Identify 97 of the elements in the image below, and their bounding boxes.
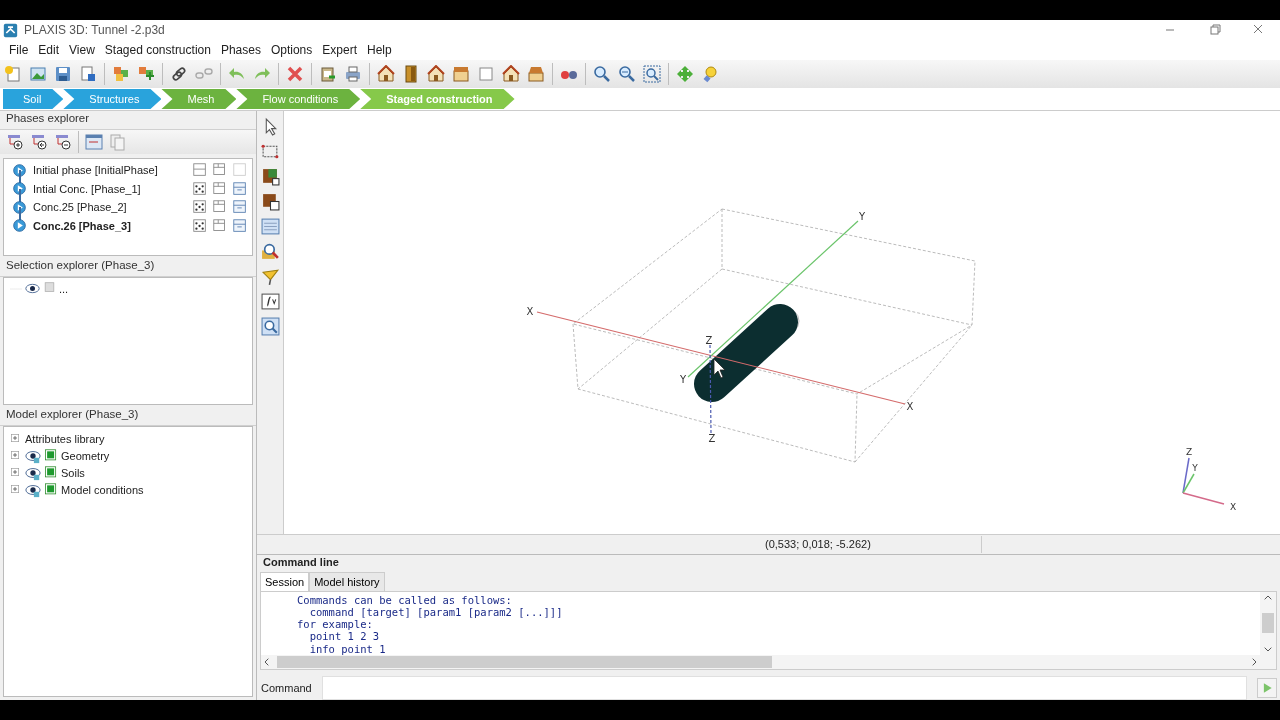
tree-item-label[interactable]: Geometry — [61, 449, 110, 462]
log-line: for example: — [297, 618, 374, 631]
panel-title: Model explorer (Phase_3) — [0, 407, 256, 426]
soil-block-icon[interactable] — [260, 167, 280, 186]
expand-icon[interactable] — [10, 466, 22, 479]
tab[interactable]: Session — [260, 571, 310, 591]
zoom-window-icon[interactable] — [643, 65, 661, 83]
table-icon[interactable] — [260, 217, 280, 236]
phase-row[interactable]: Conc.25 [Phase_2] — [4, 198, 252, 217]
zoom-out-icon[interactable] — [618, 65, 636, 83]
blocks-icon[interactable] — [112, 65, 130, 83]
command-label: Command — [261, 682, 312, 694]
roof-block-icon[interactable] — [527, 65, 545, 83]
door-icon[interactable] — [402, 65, 420, 83]
tab[interactable]: Model history — [309, 571, 385, 591]
panel-title: Selection explorer (Phase_3) — [0, 258, 256, 277]
scrollbar-thumb[interactable] — [277, 656, 772, 668]
layer-checkbox-icon[interactable] — [44, 448, 58, 463]
axis-label: Y — [858, 211, 866, 222]
axis-label: Z — [705, 335, 713, 346]
play-circle-icon[interactable] — [12, 218, 27, 234]
menu-item[interactable]: Phases — [215, 41, 266, 59]
window-icon[interactable] — [232, 217, 248, 234]
axis-triad-drawing — [1182, 457, 1225, 505]
axis-label: X — [526, 306, 534, 317]
layer-checkbox-icon[interactable] — [44, 465, 58, 480]
axis-label: X — [906, 401, 914, 412]
window-icon[interactable] — [232, 180, 248, 197]
log-line: Commands can be called as follows: — [297, 593, 513, 606]
house-icon[interactable] — [502, 65, 520, 83]
new-file-icon[interactable] — [4, 65, 22, 83]
phase-row[interactable]: Initial phase [InitialPhase] — [4, 161, 252, 180]
tree-item-label[interactable]: Model conditions — [61, 483, 144, 496]
dice-icon[interactable] — [192, 180, 208, 197]
menu-item[interactable]: Help — [362, 41, 397, 59]
log-line: point 1 2 3 — [308, 630, 381, 643]
empty-square-icon[interactable] — [477, 65, 495, 83]
delete-phase-icon[interactable] — [54, 133, 72, 151]
panel-title: Phases explorer — [0, 111, 256, 130]
house-icon[interactable] — [427, 65, 445, 83]
expand-icon[interactable] — [10, 432, 22, 445]
play-circle-icon[interactable] — [12, 162, 27, 178]
panel-title: Command line — [262, 555, 340, 570]
command-input[interactable] — [321, 676, 1247, 700]
dice-icon[interactable] — [192, 217, 208, 234]
run-button[interactable] — [1257, 678, 1277, 698]
save-icon[interactable] — [54, 65, 72, 83]
dice-icon[interactable] — [192, 199, 208, 216]
menu-item[interactable]: View — [64, 41, 100, 59]
axis-label: Z — [1185, 447, 1193, 457]
image-file-icon[interactable] — [29, 65, 47, 83]
axis-label: X — [1229, 502, 1237, 512]
selection-rectangle-icon[interactable] — [260, 142, 280, 161]
menu-item[interactable]: Edit — [33, 41, 65, 59]
function-icon[interactable] — [260, 292, 280, 311]
axis-label: Z — [708, 433, 716, 444]
clipboard-icon[interactable] — [319, 65, 337, 83]
axis-label: Y — [679, 374, 687, 385]
cursor-arrow-icon — [713, 358, 726, 379]
window-title: PLAXIS 3D: Tunnel -2.p3d — [24, 23, 166, 37]
delete-icon[interactable] — [286, 65, 304, 83]
tree-item-label[interactable]: Attributes library — [25, 432, 105, 445]
block-copy-icon[interactable] — [260, 192, 280, 211]
phase-window-icon[interactable] — [85, 133, 103, 151]
add-phase-icon[interactable] — [6, 133, 24, 151]
tree-item-label[interactable]: Soils — [61, 466, 85, 479]
axis-label: Y — [1192, 463, 1198, 473]
scrollbar-thumb[interactable] — [1262, 613, 1274, 634]
bulb-icon[interactable] — [701, 65, 719, 83]
move-icon[interactable] — [676, 65, 694, 83]
menu-item[interactable]: Staged construction — [99, 41, 216, 59]
blocks-add-icon[interactable] — [137, 65, 155, 83]
log-line: command [target] [param1 [param2 [...]]] — [308, 605, 564, 619]
menu-item[interactable]: Options — [265, 41, 318, 59]
cursor-coordinates: (0,533; 0,018; -5.262) — [765, 536, 982, 553]
menu-item[interactable]: Expert — [317, 41, 362, 59]
menu-item[interactable]: File — [4, 41, 34, 59]
roof-block-icon[interactable] — [452, 65, 470, 83]
checkbox-icon[interactable] — [43, 282, 56, 295]
house-icon[interactable] — [377, 65, 395, 83]
expand-icon[interactable] — [10, 483, 22, 496]
window-icon[interactable] — [232, 199, 248, 216]
play-circle-icon[interactable] — [12, 199, 27, 215]
zoom-in-icon[interactable] — [593, 65, 611, 83]
play-circle-icon[interactable] — [12, 181, 27, 197]
tree-item-label: ... — [59, 282, 69, 295]
layer-checkbox-icon[interactable] — [44, 482, 58, 497]
zoom-icon[interactable] — [260, 317, 280, 336]
link-icon[interactable] — [170, 65, 188, 83]
phase-row[interactable]: Conc.26 [Phase_3] — [4, 216, 252, 235]
document-info-icon[interactable] — [79, 65, 97, 83]
expand-icon[interactable] — [10, 449, 22, 462]
log-line: info point_1 — [308, 642, 387, 655]
search-icon[interactable] — [260, 242, 280, 261]
print-icon[interactable] — [344, 65, 362, 83]
eye-icon[interactable] — [25, 281, 40, 296]
insert-phase-icon[interactable] — [30, 133, 48, 151]
